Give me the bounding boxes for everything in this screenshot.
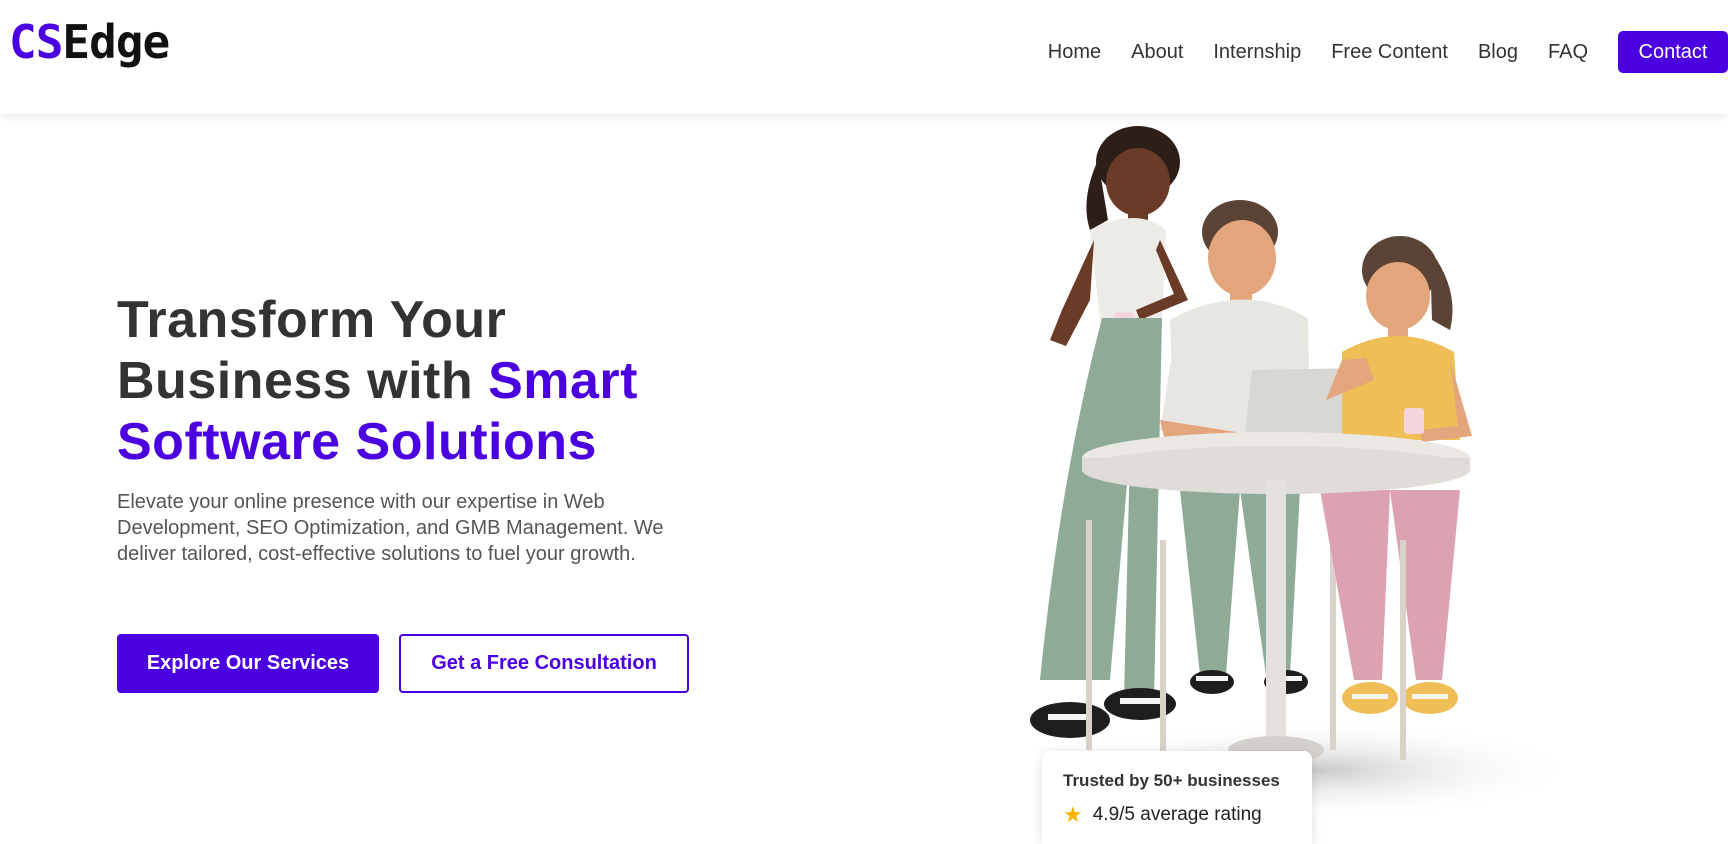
nav-internship[interactable]: Internship — [1213, 41, 1301, 64]
contact-button[interactable]: Contact — [1618, 31, 1728, 73]
star-icon: ★ — [1063, 802, 1083, 827]
hero-title-highlight-1: Smart — [488, 352, 638, 410]
site-header: CSEdge Home About Internship Free Conten… — [0, 0, 1728, 114]
nav-blog[interactable]: Blog — [1478, 41, 1518, 64]
hero-title: Transform Your Business with Smart Softw… — [117, 290, 737, 473]
explore-services-button[interactable]: Explore Our Services — [117, 634, 379, 693]
rating-text: 4.9/5 average rating — [1092, 804, 1262, 825]
nav-faq[interactable]: FAQ — [1548, 41, 1588, 64]
trust-title: Trusted by 50+ businesses — [1063, 771, 1280, 790]
main-nav: Home About Internship Free Content Blog … — [1048, 31, 1728, 73]
trust-card: Trusted by 50+ businesses ★ 4.9/5 averag… — [1042, 751, 1312, 844]
logo[interactable]: CSEdge — [9, 14, 170, 70]
team-illustration — [1030, 126, 1570, 820]
hero-title-highlight-2: Software Solutions — [117, 413, 597, 471]
rating-row: ★ 4.9/5 average rating — [1063, 804, 1292, 826]
hero-title-line1: Transform Your — [117, 291, 507, 349]
hero-description: Elevate your online presence with our ex… — [117, 491, 664, 565]
logo-text: Edge — [62, 15, 170, 69]
nav-about[interactable]: About — [1131, 41, 1183, 64]
nav-home[interactable]: Home — [1048, 41, 1101, 64]
nav-free-content[interactable]: Free Content — [1331, 41, 1448, 64]
free-consultation-button[interactable]: Get a Free Consultation — [399, 634, 689, 693]
logo-accent: CS — [9, 15, 63, 69]
hero-title-line2: Business with — [117, 352, 489, 410]
